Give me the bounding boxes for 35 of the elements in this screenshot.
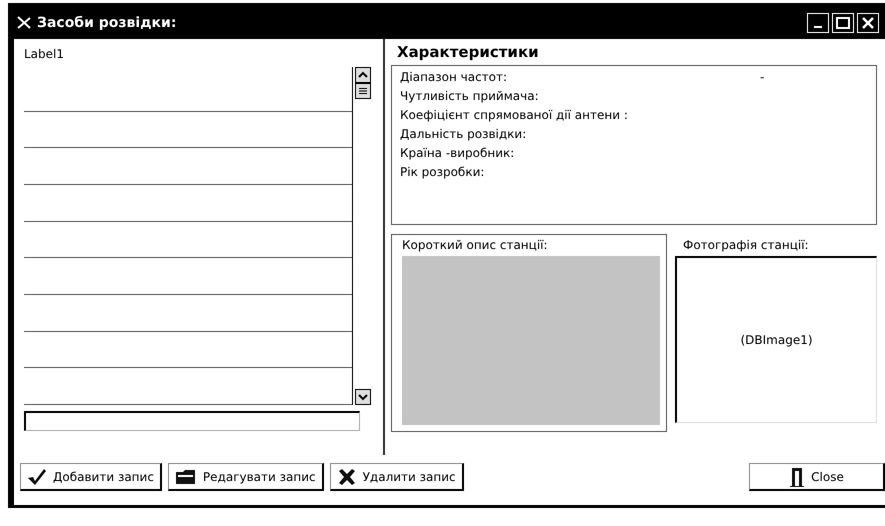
maximize-icon bbox=[836, 16, 850, 28]
close-button[interactable]: Close bbox=[749, 463, 885, 491]
close-button[interactable] bbox=[857, 12, 879, 32]
edit-button[interactable]: Редагувати запис bbox=[168, 463, 324, 491]
scroll-up-button[interactable] bbox=[355, 67, 371, 83]
input-field[interactable] bbox=[24, 411, 360, 431]
cross-icon bbox=[336, 468, 357, 486]
record-list[interactable] bbox=[24, 67, 353, 405]
image-field[interactable]: (DBImage1) bbox=[675, 256, 877, 423]
door-icon bbox=[789, 466, 806, 486]
checkmark-icon bbox=[27, 468, 47, 486]
photo-label: Фотографія станції: bbox=[683, 238, 810, 252]
minimize-button[interactable] bbox=[807, 12, 829, 32]
maximize-button[interactable] bbox=[832, 12, 854, 32]
section-title: Характеристики bbox=[397, 43, 540, 61]
folder-icon bbox=[174, 468, 197, 486]
field-label: Коефіцієнт спрямованої дії антени : bbox=[400, 108, 629, 122]
caret-down-icon bbox=[358, 393, 368, 401]
field-label: Діапазон частот: bbox=[400, 70, 508, 84]
window-title: Засоби розвідки: bbox=[37, 14, 178, 30]
list-label: Label1 bbox=[24, 47, 66, 61]
scroll-thumb[interactable] bbox=[355, 83, 371, 99]
field-label: Країна -виробник: bbox=[400, 146, 516, 160]
field-label: Чутливість приймача: bbox=[400, 89, 540, 103]
field-label: Рік розробки: bbox=[400, 165, 486, 179]
grip-icon bbox=[359, 87, 367, 95]
add-button[interactable]: Добавити запис bbox=[20, 463, 162, 491]
scroll-down-button[interactable] bbox=[355, 389, 371, 405]
field-value: - bbox=[760, 70, 764, 84]
delete-button[interactable]: Удалити запис bbox=[330, 463, 464, 491]
description-label: Короткий опис станції: bbox=[402, 238, 549, 252]
close-icon bbox=[862, 16, 874, 28]
minimize-icon bbox=[814, 26, 822, 28]
caret-up-icon bbox=[358, 71, 368, 79]
field-label: Дальність розвідки: bbox=[400, 127, 528, 141]
